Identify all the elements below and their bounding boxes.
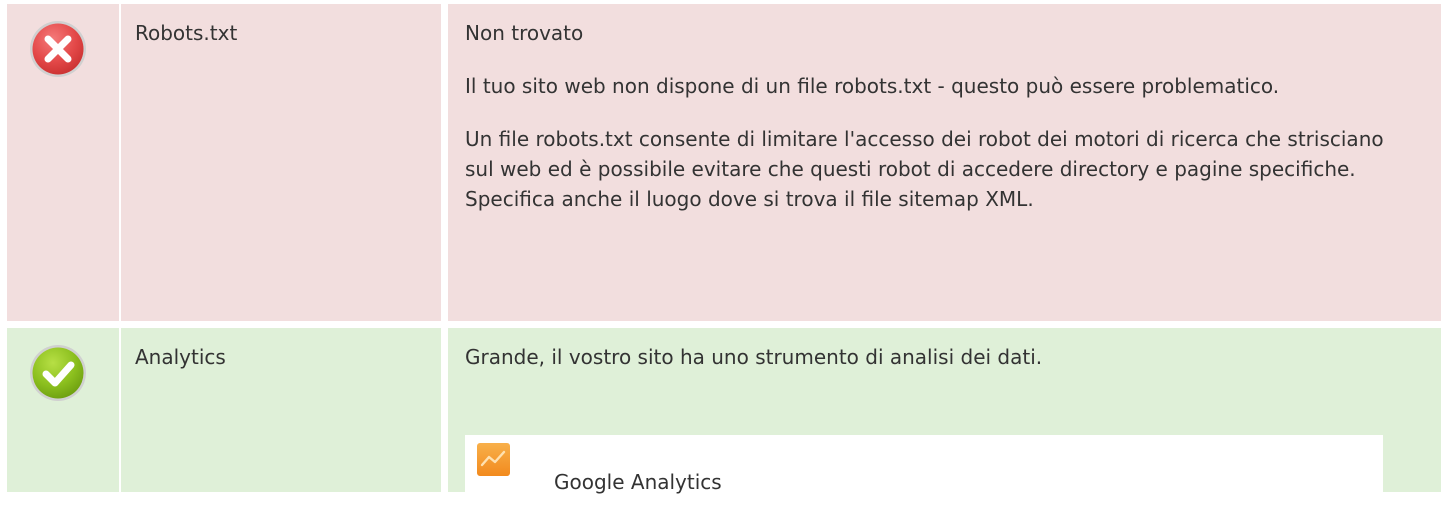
check-name: Robots.txt — [135, 21, 238, 45]
check-name-cell: Robots.txt — [121, 4, 441, 321]
description-paragraph: Il tuo sito web non dispone di un file r… — [465, 74, 1280, 98]
check-description-cell: Grande, il vostro sito ha uno strumento … — [448, 328, 1441, 513]
analytics-tool-name: Google Analytics — [554, 470, 722, 494]
analytics-tool-card: Google Analytics — [465, 435, 1383, 513]
error-x-icon — [30, 21, 86, 77]
check-row-robots: Robots.txt Non trovato Il tuo sito web n… — [0, 4, 1446, 321]
check-row-analytics: Analytics Grande, il vostro sito ha uno … — [0, 328, 1446, 513]
status-text: Non trovato — [465, 21, 584, 45]
status-icon-cell — [7, 4, 119, 321]
status-text: Grande, il vostro sito ha uno strumento … — [465, 345, 1043, 369]
google-analytics-icon — [477, 443, 510, 476]
check-description-cell: Non trovato Il tuo sito web non dispone … — [448, 4, 1441, 321]
status-icon-cell — [7, 328, 119, 492]
description-paragraph: Un file robots.txt consente di limitare … — [465, 127, 1384, 211]
success-check-icon — [30, 345, 86, 401]
check-name-cell: Analytics — [121, 328, 441, 492]
check-name: Analytics — [135, 345, 226, 369]
